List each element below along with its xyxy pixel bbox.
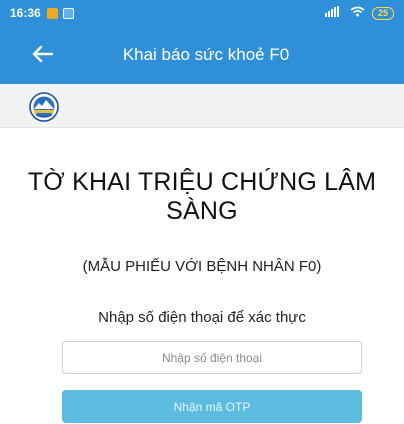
signal-icon (324, 6, 343, 20)
status-time: 16:36 (10, 6, 41, 20)
notification-icon (46, 7, 58, 19)
app-notification-icon (62, 7, 74, 19)
phone-label: Nhập số điện thoại để xác thực (98, 309, 306, 326)
form-title: TỜ KHAI TRIỆU CHỨNG LÂM SÀNG (27, 168, 377, 225)
page-title: Khai báo sức khoẻ F0 (122, 45, 290, 64)
back-button[interactable] (28, 40, 56, 68)
get-otp-button[interactable]: Nhận mã OTP (62, 390, 362, 423)
form-subtitle: (MẪU PHIẾU VỚI BỆNH NHÂN F0) (82, 258, 322, 275)
arrow-left-icon (32, 45, 53, 63)
app-bar: Khai báo sức khoẻ F0 (0, 26, 404, 84)
emblem-logo-icon (29, 92, 59, 122)
status-indicators: 25 (324, 6, 394, 20)
phone-input[interactable] (62, 341, 362, 374)
logo-header (0, 84, 404, 128)
status-bar: 16:36 25 (0, 0, 404, 26)
battery-icon: 25 (371, 6, 394, 20)
wifi-icon (350, 6, 365, 20)
